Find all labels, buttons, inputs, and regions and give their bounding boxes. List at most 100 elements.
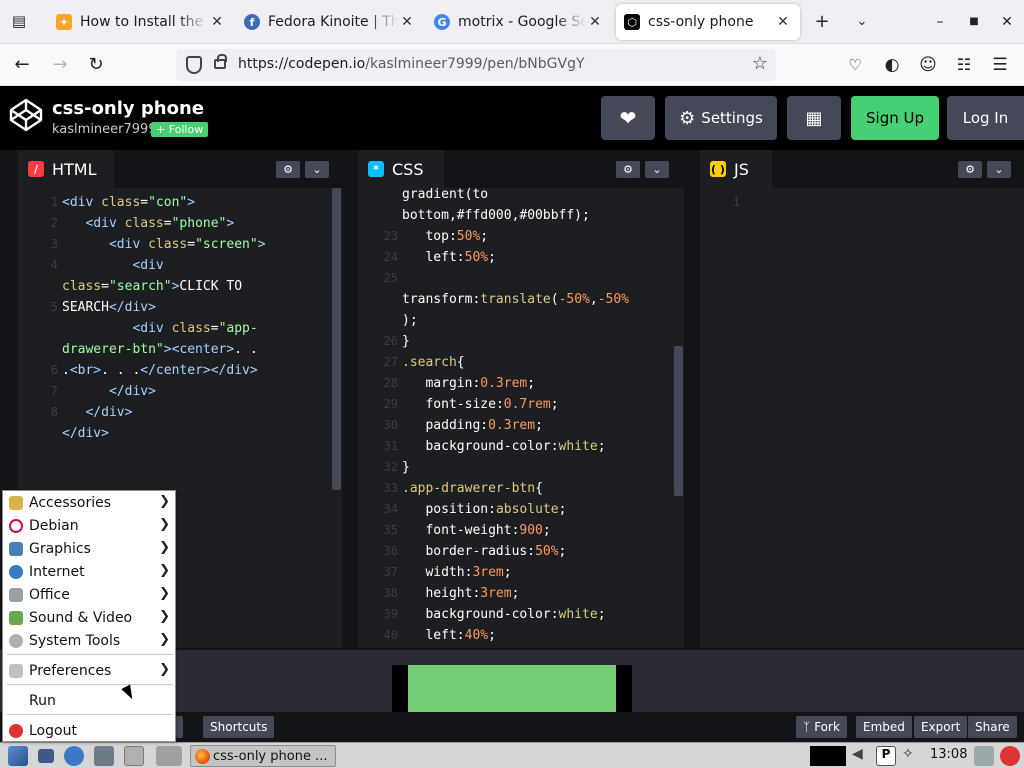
log-in-button[interactable]: Log In — [947, 96, 1024, 140]
workspace-switcher-icon[interactable] — [156, 746, 182, 766]
lock-icon[interactable] — [214, 54, 227, 69]
menu-hamburger-icon[interactable]: ☰ — [988, 53, 1012, 77]
html-settings-gear-icon[interactable]: ⚙ — [276, 161, 300, 178]
close-window-icon[interactable]: ✕ — [995, 10, 1019, 34]
reload-icon[interactable]: ↻ — [84, 53, 108, 77]
close-tab-icon[interactable]: ✕ — [398, 14, 416, 30]
menu-item-preferences[interactable]: Preferences ❯ — [3, 659, 175, 682]
power-icon[interactable] — [1000, 746, 1020, 766]
taskbar-clock[interactable]: 13:08 — [930, 747, 967, 762]
shortcuts-button[interactable]: Shortcuts — [203, 716, 275, 738]
css-tab-label: CSS — [392, 159, 424, 179]
like-button[interactable]: ❤ — [601, 96, 655, 140]
html-scrollbar[interactable] — [332, 188, 341, 490]
volume-icon[interactable]: ◀ — [852, 746, 872, 766]
extensions-icon[interactable]: ☷ — [952, 53, 976, 77]
share-button[interactable]: Share — [968, 716, 1017, 738]
pocket-icon[interactable]: ♡ — [843, 53, 867, 77]
gear-icon: ⚙ — [679, 107, 696, 129]
settings-button[interactable]: ⚙ Settings — [665, 96, 777, 140]
browser-tab-0[interactable]: ✦ How to Install the L ✕ — [48, 4, 234, 40]
menu-item-label: Sound & Video — [29, 609, 133, 626]
follow-button[interactable]: + Follow — [151, 122, 209, 137]
task-label: css-only phone ... — [213, 748, 328, 764]
browser-tab-bar: ▤ ✦ How to Install the L ✕ f Fedora Kino… — [0, 0, 1024, 44]
menu-item-sound-video[interactable]: Sound & Video ❯ — [3, 606, 175, 629]
js-tab-label: JS — [734, 159, 749, 179]
package-updater-icon[interactable]: P — [876, 746, 896, 766]
file-manager-icon[interactable] — [94, 746, 114, 766]
internet-icon — [9, 564, 23, 579]
js-editor-tab[interactable]: ( ) JS — [700, 150, 772, 188]
menu-item-graphics[interactable]: Graphics ❯ — [3, 537, 175, 560]
back-arrow-icon[interactable]: ← — [10, 53, 34, 77]
maximize-window-icon[interactable]: ■ — [962, 10, 986, 34]
menu-separator — [7, 714, 173, 715]
css-scrollbar[interactable] — [674, 346, 683, 496]
fork-button[interactable]: ᛉ Fork — [796, 716, 847, 738]
line-number: 32 — [383, 460, 398, 474]
sign-up-button[interactable]: Sign Up — [851, 96, 939, 140]
export-button[interactable]: Export — [914, 716, 968, 738]
network-icon[interactable]: ✧ — [902, 746, 922, 766]
new-tab-icon[interactable]: + — [810, 10, 834, 34]
line-number: 37 — [383, 565, 398, 579]
line-number: 3 — [50, 237, 58, 251]
firefox-launcher-icon[interactable] — [124, 746, 144, 766]
menu-item-label: Office — [29, 586, 70, 603]
url-text[interactable]: https://codepen.io/kaslmineer7999/pen/bN… — [238, 56, 585, 72]
line-number: 35 — [383, 523, 398, 537]
pen-title[interactable]: css-only phone — [52, 98, 204, 119]
css-code[interactable]: 23 24 25 26 27 28 29 30 31 32 33 34 35 36 37 38 39 40 gra… — [358, 188, 684, 648]
menu-item-logout[interactable]: Logout — [3, 719, 175, 742]
display-icon[interactable] — [974, 746, 994, 766]
html-collapse-chevron-icon[interactable]: ⌄ — [305, 161, 329, 178]
browser-tab-1[interactable]: f Fedora Kinoite | The ✕ — [236, 4, 424, 40]
web-browser-icon[interactable] — [64, 746, 84, 766]
submenu-arrow-icon: ❯ — [159, 609, 170, 624]
bookmark-star-icon[interactable]: ☆ — [752, 53, 768, 74]
start-menu-icon[interactable] — [8, 746, 28, 766]
firefox-icon — [195, 749, 210, 764]
office-icon — [9, 587, 23, 602]
menu-item-system-tools[interactable]: System Tools ❯ — [3, 629, 175, 652]
js-settings-gear-icon[interactable]: ⚙ — [958, 161, 982, 178]
css-editor-tab[interactable]: * CSS — [358, 150, 444, 188]
menu-item-office[interactable]: Office ❯ — [3, 583, 175, 606]
submenu-arrow-icon: ❯ — [159, 517, 170, 532]
pen-author[interactable]: kaslmineer7999 — [52, 122, 157, 137]
menu-item-run[interactable]: Run — [3, 689, 175, 712]
line-number: 6 — [50, 363, 58, 377]
run-spacer — [9, 694, 23, 708]
privacy-icon[interactable]: ◐ — [880, 53, 904, 77]
forward-arrow-icon[interactable]: → — [48, 53, 72, 77]
menu-item-accessories[interactable]: Accessories ❯ — [3, 491, 175, 514]
account-icon[interactable]: ☺ — [916, 53, 940, 77]
debian-icon — [9, 518, 23, 533]
menu-item-internet[interactable]: Internet ❯ — [3, 560, 175, 583]
browser-tab-3-active[interactable]: ⬡ css-only phone ✕ — [616, 4, 800, 40]
menu-item-debian[interactable]: Debian ❯ — [3, 514, 175, 537]
menu-item-label: Accessories — [29, 494, 112, 511]
submenu-arrow-icon: ❯ — [159, 632, 170, 647]
close-tab-icon[interactable]: ✕ — [586, 14, 604, 30]
embed-button[interactable]: Embed — [856, 716, 912, 738]
browser-tab-2[interactable]: G motrix - Google Sea ✕ — [426, 4, 612, 40]
tab-list-icon[interactable]: ▤ — [8, 10, 30, 32]
minimize-window-icon[interactable]: – — [928, 10, 952, 34]
css-collapse-chevron-icon[interactable]: ⌄ — [645, 161, 669, 178]
accessories-icon — [9, 495, 23, 510]
tab-overflow-chevron-icon[interactable]: ⌄ — [850, 10, 874, 34]
close-tab-icon[interactable]: ✕ — [774, 14, 792, 30]
codepen-logo-icon[interactable] — [8, 97, 44, 133]
taskbar-task-firefox[interactable]: css-only phone ... — [190, 745, 336, 767]
url-bar[interactable]: https://codepen.io/kaslmineer7999/pen/bN… — [176, 49, 776, 81]
html-editor-tab[interactable]: / HTML — [18, 150, 114, 188]
js-code[interactable]: 1 — [700, 188, 1024, 648]
layout-button[interactable]: ▦ — [787, 96, 841, 140]
show-desktop-icon[interactable] — [38, 749, 54, 763]
css-settings-gear-icon[interactable]: ⚙ — [616, 161, 640, 178]
close-tab-icon[interactable]: ✕ — [208, 14, 226, 30]
js-collapse-chevron-icon[interactable]: ⌄ — [987, 161, 1011, 178]
tracking-shield-icon[interactable] — [186, 56, 202, 74]
